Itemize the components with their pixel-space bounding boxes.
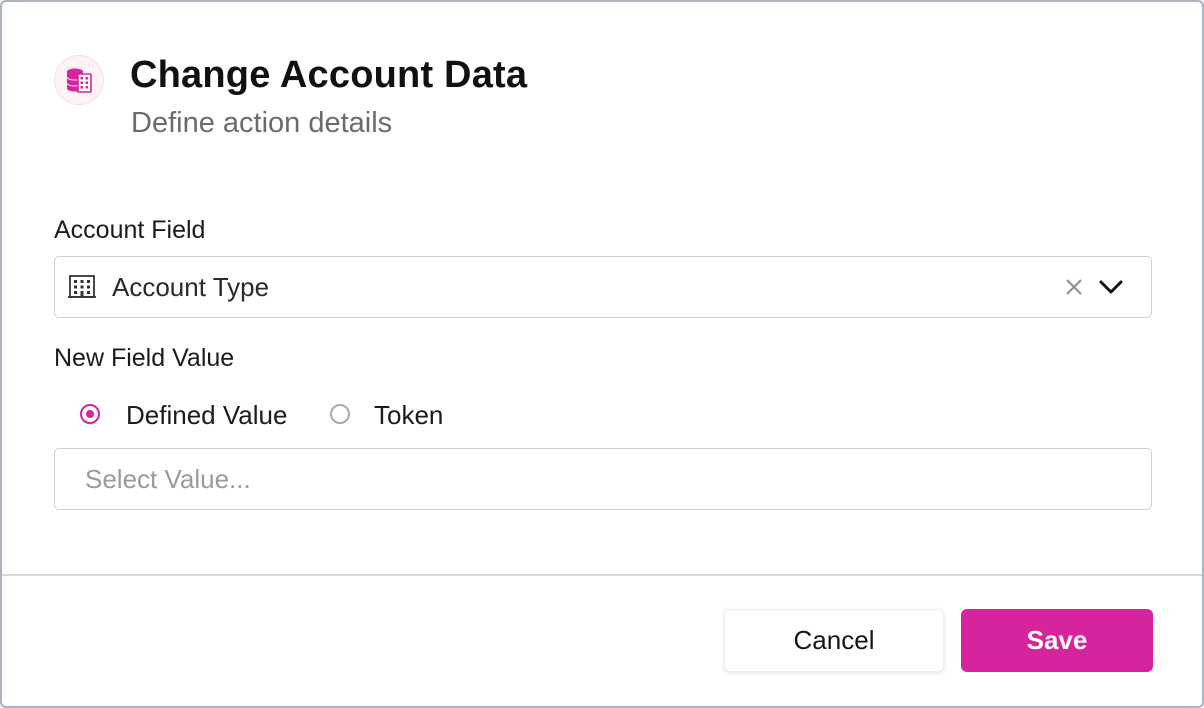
dialog-subtitle: Define action details [131, 107, 393, 139]
change-account-data-dialog: Change Account Data Define action detail… [0, 0, 1204, 708]
account-field-label: Account Field [54, 216, 206, 244]
account-field-selected-value: Account Type [112, 272, 270, 302]
save-button[interactable]: Save [961, 609, 1153, 672]
radio-checked-icon [80, 404, 100, 424]
building-icon [67, 274, 97, 305]
select-value-input[interactable] [55, 449, 1151, 509]
new-field-value-label: New Field Value [54, 344, 235, 372]
clear-icon[interactable] [1063, 276, 1085, 303]
radio-label-token: Token [374, 400, 444, 430]
database-building-icon [54, 55, 104, 105]
footer-divider [2, 574, 1202, 576]
radio-label-defined-value: Defined Value [126, 400, 288, 430]
chevron-down-icon[interactable] [1098, 276, 1124, 303]
dialog-title: Change Account Data [130, 54, 528, 96]
cancel-button[interactable]: Cancel [724, 609, 944, 672]
select-value-field[interactable] [54, 448, 1152, 510]
radio-unchecked-icon [330, 404, 350, 424]
account-field-select[interactable]: Account Type [54, 256, 1152, 318]
